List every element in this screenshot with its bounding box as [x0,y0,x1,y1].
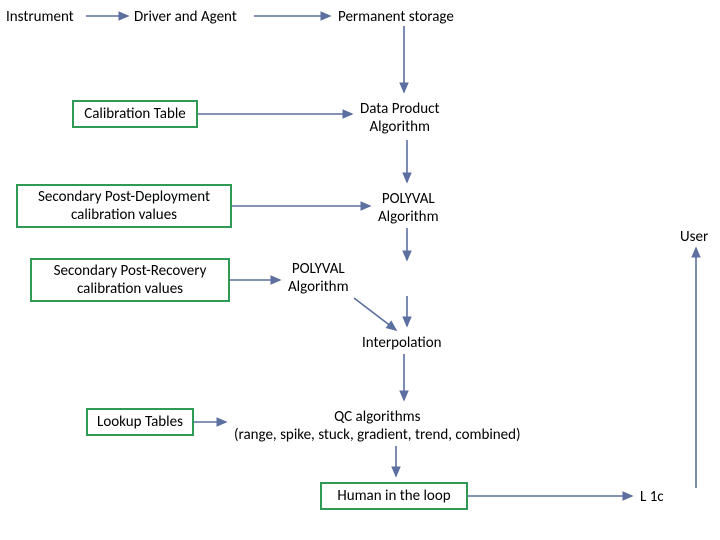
user-label: User [680,228,708,246]
secondary-post-recovery-box: Secondary Post-Recovery calibration valu… [30,258,230,302]
polyval-algorithm-2-label: POLYVAL Algorithm [288,260,349,296]
arrow-polyval2-to-interp [354,298,396,330]
driver-agent-label: Driver and Agent [134,8,237,26]
instrument-label: Instrument [6,8,74,26]
secondary-post-recovery-text: Secondary Post-Recovery calibration valu… [54,262,207,298]
lookup-tables-text: Lookup Tables [97,413,183,431]
qc-algorithms-label: QC algorithms (range, spike, stuck, grad… [234,408,521,444]
polyval-algorithm-1-label: POLYVAL Algorithm [378,190,439,226]
secondary-post-deployment-box: Secondary Post-Deployment calibration va… [16,184,232,228]
interpolation-label: Interpolation [362,334,442,352]
l1c-label: L 1c [640,488,664,506]
calibration-table-text: Calibration Table [84,105,186,123]
human-in-loop-box: Human in the loop [320,482,468,510]
lookup-tables-box: Lookup Tables [86,408,194,436]
secondary-post-deployment-text: Secondary Post-Deployment calibration va… [38,188,210,224]
data-product-algorithm-label: Data Product Algorithm [360,100,439,136]
permanent-storage-label: Permanent storage [338,8,454,26]
calibration-table-box: Calibration Table [72,100,198,128]
human-in-loop-text: Human in the loop [337,487,450,505]
